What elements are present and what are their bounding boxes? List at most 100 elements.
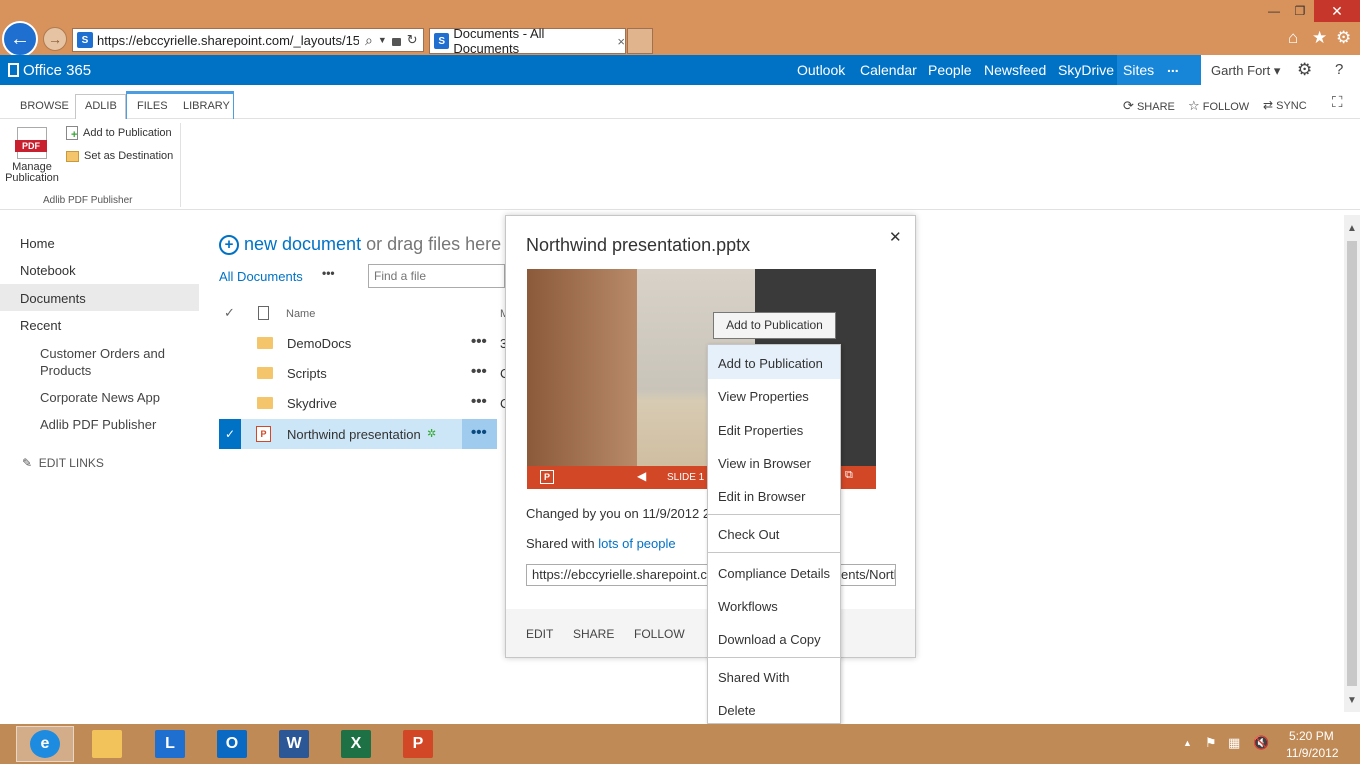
tab-library[interactable]: LIBRARY <box>183 100 230 112</box>
row-name[interactable]: Scripts <box>287 366 327 381</box>
search-icon[interactable]: ⌕ <box>365 32 373 49</box>
set-as-destination-button[interactable]: Set as Destination <box>66 150 173 162</box>
row-name[interactable]: DemoDocs <box>287 336 351 351</box>
menu-edit-in-browser[interactable]: Edit in Browser <box>718 489 805 504</box>
suite-link-sites[interactable]: Sites <box>1123 62 1154 78</box>
new-document-link[interactable]: new document <box>244 234 361 255</box>
scroll-up-icon[interactable]: ▲ <box>1347 223 1357 234</box>
find-file-input[interactable] <box>368 264 505 288</box>
menu-workflows[interactable]: Workflows <box>718 599 778 614</box>
callout-follow-action[interactable]: FOLLOW <box>634 627 685 641</box>
follow-action[interactable]: ☆ FOLLOW <box>1188 98 1249 114</box>
row-checkbox-checked-icon[interactable]: ✓ <box>219 419 241 449</box>
address-bar[interactable]: S https://ebccyrielle.sharepoint.com/_la… <box>72 28 424 52</box>
taskbar-word[interactable]: W <box>265 726 323 762</box>
popout-icon[interactable]: ⧉ <box>845 469 853 482</box>
taskbar-outlook[interactable]: O <box>203 726 261 762</box>
menu-shared-with[interactable]: Shared With <box>718 670 790 685</box>
favorites-star-icon[interactable]: ★ <box>1312 28 1327 48</box>
settings-icon[interactable]: ⚙ <box>1297 60 1312 80</box>
row-ellipsis-button[interactable]: ••• <box>471 333 487 350</box>
scroll-thumb[interactable] <box>1347 241 1357 686</box>
suite-link-outlook[interactable]: Outlook <box>797 62 845 78</box>
browser-tab-active[interactable]: S Documents - All Documents × <box>429 26 626 56</box>
table-row-selected[interactable]: ✓ P Northwind presentation ✲ ••• <box>219 419 497 449</box>
clock-time[interactable]: 5:20 PM <box>1289 729 1334 743</box>
taskbar-excel[interactable]: X <box>327 726 385 762</box>
select-all-check-icon[interactable]: ✓ <box>224 305 235 321</box>
previous-slide-icon[interactable]: ◀ <box>637 469 646 483</box>
nav-home[interactable]: Home <box>20 236 55 251</box>
page-scrollbar[interactable]: ▲ ▼ <box>1344 215 1360 712</box>
row-ellipsis-active[interactable]: ••• <box>462 419 497 449</box>
user-menu[interactable]: Garth Fort ▾ <box>1211 63 1280 79</box>
nav-notebook[interactable]: Notebook <box>20 263 76 278</box>
view-more-button[interactable]: ••• <box>322 266 335 280</box>
menu-delete[interactable]: Delete <box>718 703 756 718</box>
row-name[interactable]: Skydrive <box>287 396 337 411</box>
add-circle-icon[interactable]: + <box>219 234 239 255</box>
tray-flag-icon[interactable]: ⚑ <box>1205 735 1217 751</box>
table-row[interactable]: Skydrive ••• C <box>219 388 509 418</box>
nav-recent-adlib[interactable]: Adlib PDF Publisher <box>40 416 156 433</box>
dropdown-icon[interactable]: ▼ <box>378 35 387 45</box>
clock-date[interactable]: 11/9/2012 <box>1286 746 1339 760</box>
nav-recent-corporate-news[interactable]: Corporate News App <box>40 389 160 406</box>
tray-volume-muted-icon[interactable]: 🔇 <box>1253 735 1269 751</box>
settings-gear-icon[interactable]: ⚙ <box>1336 28 1351 48</box>
nav-recent[interactable]: Recent <box>20 318 61 333</box>
menu-view-in-browser[interactable]: View in Browser <box>718 456 811 471</box>
callout-share-action[interactable]: SHARE <box>573 627 614 641</box>
manage-publication-button[interactable]: PDF Manage Publication <box>4 127 60 187</box>
back-button[interactable]: ← <box>2 21 38 57</box>
suite-more-button[interactable]: ... <box>1167 59 1179 75</box>
close-tab-icon[interactable]: × <box>617 34 625 49</box>
forward-button[interactable]: → <box>43 27 67 51</box>
new-tab-button[interactable] <box>627 28 653 54</box>
menu-add-to-publication[interactable]: Add to Publication <box>718 356 823 371</box>
tab-adlib[interactable]: ADLIB <box>85 100 117 112</box>
minimize-icon[interactable]: — <box>1262 0 1286 22</box>
tab-files[interactable]: FILES <box>137 100 168 112</box>
add-to-publication-button[interactable]: + Add to Publication <box>66 126 172 141</box>
sync-action[interactable]: ⇄ SYNC <box>1263 98 1307 112</box>
restore-icon[interactable]: ❐ <box>1288 0 1312 22</box>
nav-recent-customer-orders-line2[interactable]: Products <box>40 362 91 379</box>
menu-view-properties[interactable]: View Properties <box>718 389 809 404</box>
home-icon[interactable]: ⌂ <box>1288 28 1298 48</box>
menu-check-out[interactable]: Check Out <box>718 527 779 542</box>
edit-links[interactable]: ✎ EDIT LINKS <box>22 456 104 470</box>
scroll-down-icon[interactable]: ▼ <box>1347 695 1357 706</box>
callout-edit-action[interactable]: EDIT <box>526 627 553 641</box>
refresh-icon[interactable]: ↻ <box>407 32 418 48</box>
suite-link-people[interactable]: People <box>928 62 972 78</box>
help-icon[interactable]: ? <box>1335 61 1343 78</box>
taskbar-lync[interactable]: L <box>141 726 199 762</box>
menu-download-copy[interactable]: Download a Copy <box>718 632 821 647</box>
table-row[interactable]: Scripts ••• C <box>219 358 509 388</box>
menu-compliance-details[interactable]: Compliance Details <box>718 566 830 581</box>
tab-browse[interactable]: BROWSE <box>20 100 69 112</box>
tray-network-icon[interactable]: ▦ <box>1228 735 1240 751</box>
close-callout-icon[interactable]: ✕ <box>889 228 902 246</box>
row-ellipsis-button[interactable]: ••• <box>471 393 487 410</box>
suite-link-newsfeed[interactable]: Newsfeed <box>984 62 1046 78</box>
taskbar-ie[interactable]: e <box>16 726 74 762</box>
taskbar-explorer[interactable] <box>78 726 136 762</box>
view-all-documents[interactable]: All Documents <box>219 269 303 284</box>
column-header-name[interactable]: Name <box>286 308 315 320</box>
tray-expand-icon[interactable]: ▲ <box>1183 738 1192 748</box>
focus-mode-icon[interactable]: ⛶ <box>1332 94 1343 111</box>
row-ellipsis-button[interactable]: ••• <box>471 363 487 380</box>
lots-of-people-link[interactable]: lots of people <box>598 536 675 551</box>
menu-edit-properties[interactable]: Edit Properties <box>718 423 803 438</box>
suite-link-skydrive[interactable]: SkyDrive <box>1058 62 1114 78</box>
close-window-icon[interactable]: ✕ <box>1314 0 1360 22</box>
taskbar-powerpoint[interactable]: P <box>389 726 447 762</box>
nav-documents[interactable]: Documents <box>20 291 86 306</box>
table-row[interactable]: DemoDocs ••• 3 <box>219 328 507 358</box>
share-action[interactable]: ⟳ SHARE <box>1123 98 1175 114</box>
nav-recent-customer-orders[interactable]: Customer Orders and <box>40 345 165 362</box>
suite-link-calendar[interactable]: Calendar <box>860 62 917 78</box>
row-name[interactable]: Northwind presentation <box>287 427 421 442</box>
